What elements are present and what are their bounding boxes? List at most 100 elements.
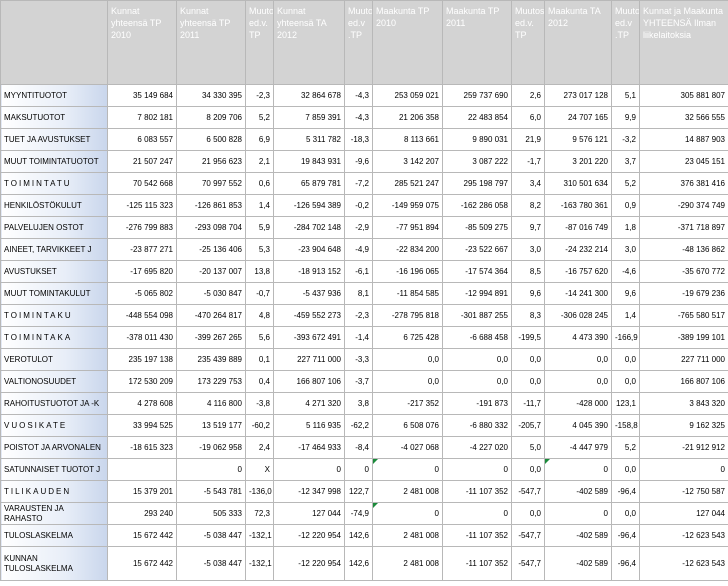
- table-cell: -4 447 979: [544, 436, 612, 459]
- row-label: TUET JA AVUSTUKSET: [0, 128, 108, 151]
- table-cell: 0: [176, 458, 246, 481]
- table-cell: 0,0: [511, 458, 545, 481]
- table-cell: 0,0: [442, 348, 512, 371]
- table-row: TOIMINTATU 70 542 668 70 997 552 0,6 65 879 …: [0, 172, 728, 195]
- table-row: RAHOITUSTUOTOT JA -K 4 278 608 4 116 800 -3…: [0, 392, 728, 415]
- table-cell: 21 507 247: [107, 150, 177, 173]
- table-cell: 5,2: [245, 106, 274, 129]
- table-cell: 0,0: [511, 348, 545, 371]
- table-cell: -7,2: [344, 172, 373, 195]
- table-cell: -48 136 862: [639, 238, 728, 261]
- row-label: TILIKAUDEN: [0, 480, 108, 503]
- table-cell: 72,3: [245, 502, 274, 525]
- row-label: MUUT TOMINTAKULUT: [0, 282, 108, 305]
- table-cell: -96,4: [611, 524, 640, 547]
- table-cell: -24 232 214: [544, 238, 612, 261]
- row-label: PALVELUJEN OSTOT: [0, 216, 108, 239]
- table-cell: 8,5: [511, 260, 545, 283]
- table-cell: 127 044: [639, 502, 728, 525]
- row-label: TULOSLASKELMA: [0, 524, 108, 547]
- table-cell: 293 240: [107, 502, 177, 525]
- table-cell: -17 695 820: [107, 260, 177, 283]
- table-cell: -3,8: [245, 392, 274, 415]
- table-cell: 15 672 442: [107, 546, 177, 581]
- header-kunnat-ta-2012: Kunnat yhteensä TA 2012: [273, 0, 345, 85]
- row-label: AVUSTUKSET: [0, 260, 108, 283]
- table-cell: -4,9: [344, 238, 373, 261]
- table-cell: 0,0: [511, 370, 545, 393]
- table-cell: 70 997 552: [176, 172, 246, 195]
- table-cell: -402 589: [544, 546, 612, 581]
- row-label: MUUT TOIMINTATUOTOT: [0, 150, 108, 173]
- table-cell: -85 509 275: [442, 216, 512, 239]
- table-cell: 35 149 684: [107, 84, 177, 107]
- table-cell: -4,6: [611, 260, 640, 283]
- table-cell: 70 542 668: [107, 172, 177, 195]
- table-cell: 295 198 797: [442, 172, 512, 195]
- table-cell: 235 197 138: [107, 348, 177, 371]
- table-cell: 19 843 931: [273, 150, 345, 173]
- table-cell: 0,0: [544, 348, 612, 371]
- table-cell: -19 679 236: [639, 282, 728, 305]
- table-cell: 32 566 555: [639, 106, 728, 129]
- table-row: MYYNTITUOTOT 35 149 684 34 330 395 -2,3 32 8…: [0, 84, 728, 107]
- table-cell: 2,6: [511, 84, 545, 107]
- table-cell: 2 481 008: [372, 546, 443, 581]
- row-label: RAHOITUSTUOTOT JA -K: [0, 392, 108, 415]
- table-cell: 13 519 177: [176, 414, 246, 437]
- table-cell: 9,9: [611, 106, 640, 129]
- table-cell: 0,0: [611, 348, 640, 371]
- table-cell: -389 199 101: [639, 326, 728, 349]
- table-cell: -5 065 802: [107, 282, 177, 305]
- table-row: PALVELUJEN OSTOT -276 799 883 -293 098 704…: [0, 216, 728, 239]
- table-row: MUUT TOMINTAKULUT -5 065 802 -5 030 847 -0,…: [0, 282, 728, 305]
- table-cell: 9 576 121: [544, 128, 612, 151]
- table-cell: -470 264 817: [176, 304, 246, 327]
- table-row: VALTIONOSUUDET 172 530 209 173 229 753 0,4 1…: [0, 370, 728, 393]
- table-cell: 0: [344, 458, 373, 481]
- table-cell: -2,9: [344, 216, 373, 239]
- table-cell: 0: [372, 502, 443, 525]
- table-cell: 5,2: [611, 436, 640, 459]
- table-cell: 15 379 201: [107, 480, 177, 503]
- table-cell: -18 913 152: [273, 260, 345, 283]
- table-cell: -284 702 148: [273, 216, 345, 239]
- table-cell: 5,1: [611, 84, 640, 107]
- table-cell: -12 994 891: [442, 282, 512, 305]
- table-cell: 2 481 008: [372, 524, 443, 547]
- table-cell: -149 959 075: [372, 194, 443, 217]
- table-cell: -428 000: [544, 392, 612, 415]
- row-label: TOIMINTATU: [0, 172, 108, 195]
- table-row: VEROTULOT 235 197 138 235 439 889 0,1 227 71…: [0, 348, 728, 371]
- table-cell: 7 859 391: [273, 106, 345, 129]
- table-cell: 8 113 661: [372, 128, 443, 151]
- table-cell: -22 834 200: [372, 238, 443, 261]
- table-cell: -6,1: [344, 260, 373, 283]
- header-kunnat-tp-2011: Kunnat yhteensä TP 2011: [176, 0, 246, 85]
- table-cell: 6,9: [245, 128, 274, 151]
- table-cell: -4,3: [344, 84, 373, 107]
- table-cell: -125 115 323: [107, 194, 177, 217]
- table-cell: 3 142 207: [372, 150, 443, 173]
- table-cell: 9 890 031: [442, 128, 512, 151]
- table-row: TULOSLASKELMA 15 672 442 -5 038 447 -132,1-…: [0, 524, 728, 547]
- table-row: TUET JA AVUSTUKSET 6 083 557 6 500 828 6,9 5…: [0, 128, 728, 151]
- table-cell: -60,2: [245, 414, 274, 437]
- table-cell: 172 530 209: [107, 370, 177, 393]
- table-cell: 253 059 021: [372, 84, 443, 107]
- table-cell: 6,0: [511, 106, 545, 129]
- table-cell: 9,6: [511, 282, 545, 305]
- row-label: VARAUSTEN JA RAHASTO: [0, 502, 108, 525]
- row-label: VEROTULOT: [0, 348, 108, 371]
- table-cell: 21,9: [511, 128, 545, 151]
- table-cell: 23 045 151: [639, 150, 728, 173]
- table-cell: -35 670 772: [639, 260, 728, 283]
- table-cell: 0,6: [245, 172, 274, 195]
- table-cell: 273 017 128: [544, 84, 612, 107]
- table-cell: -293 098 704: [176, 216, 246, 239]
- table-cell: -199,5: [511, 326, 545, 349]
- row-label: MYYNTITUOTOT: [0, 84, 108, 107]
- table-cell: 6 083 557: [107, 128, 177, 151]
- table-cell: 0,0: [544, 370, 612, 393]
- header-change-1: Muutos ed.v. TP: [245, 0, 274, 85]
